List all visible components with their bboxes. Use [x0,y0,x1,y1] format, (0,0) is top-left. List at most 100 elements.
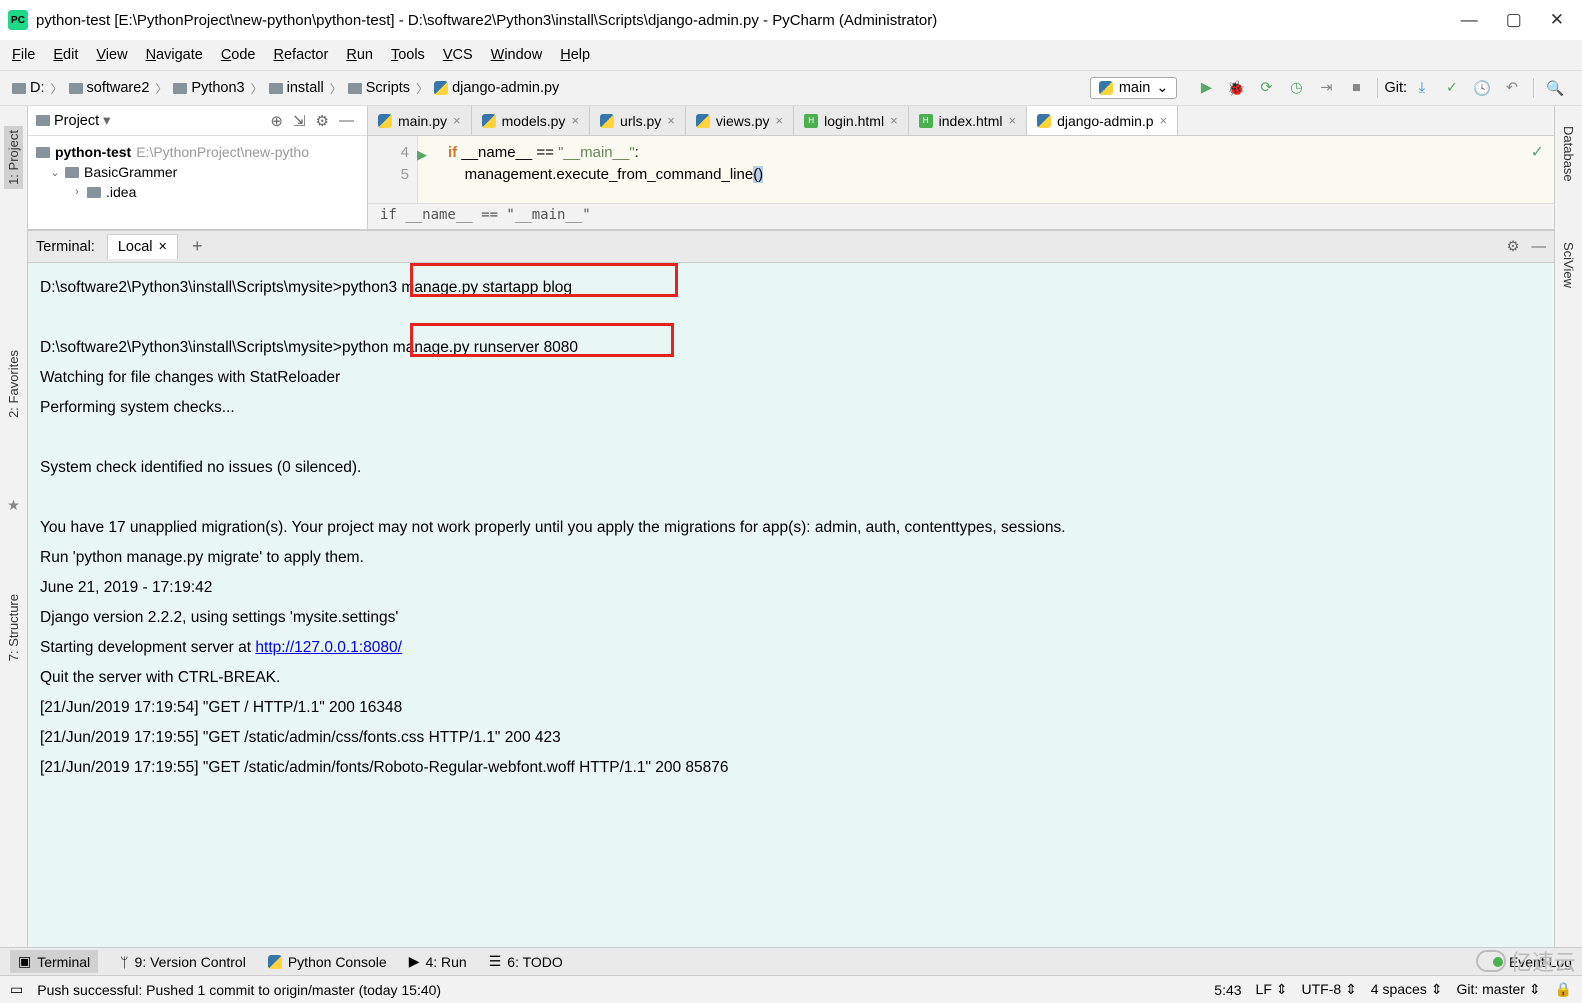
close-tab-icon[interactable]: × [890,113,898,128]
search-everywhere-button[interactable]: 🔍 [1544,77,1566,99]
terminal-tab[interactable]: Local× [107,234,178,259]
menu-refactor[interactable]: Refactor [274,47,329,63]
chevron-down-icon[interactable]: ▾ [103,113,110,129]
close-tab-icon[interactable]: × [1160,113,1168,128]
tool-todo[interactable]: ☰6: TODO [489,953,563,970]
maximize-icon[interactable]: ▢ [1506,10,1522,30]
add-terminal-button[interactable]: + [192,236,203,257]
rail-tab-database[interactable]: Database [1561,126,1576,182]
code-breadcrumb[interactable]: if __name__ == "__main__" [368,203,1554,229]
close-tab-icon[interactable]: × [776,113,784,128]
crumb-folder[interactable]: Python3 [173,80,244,96]
run-gutter-icon[interactable]: ▶ [417,144,427,166]
tree-item[interactable]: › .idea [36,182,359,202]
close-tab-icon[interactable]: × [453,113,461,128]
terminal-body[interactable]: D:\software2\Python3\install\Scripts\mys… [28,263,1554,947]
project-pane-title[interactable]: Project [54,113,99,129]
attach-button[interactable]: ⇥ [1315,77,1337,99]
editor-tab-active[interactable]: django-admin.p× [1027,106,1178,135]
status-message: Push successful: Pushed 1 commit to orig… [37,982,441,998]
python-icon [1099,81,1113,95]
inspection-ok-icon[interactable]: ✓ [1531,142,1544,162]
menu-tools[interactable]: Tools [391,47,425,63]
python-icon [696,114,710,128]
menu-window[interactable]: Window [491,47,543,63]
menu-run[interactable]: Run [346,47,373,63]
close-tab-icon[interactable]: × [159,239,167,255]
crumb-drive[interactable]: D: [12,80,45,96]
git-history-button[interactable]: 🕓 [1471,77,1493,99]
close-tab-icon[interactable]: × [571,113,579,128]
tool-python-console[interactable]: Python Console [268,954,387,970]
status-line-separator[interactable]: LF ⇕ [1256,981,1288,998]
editor-tab[interactable]: urls.py× [590,106,686,135]
crumb-file[interactable]: django-admin.py [434,80,559,96]
git-revert-button[interactable]: ↶ [1501,77,1523,99]
collapse-icon[interactable]: ⇲ [293,112,306,130]
chevron-up-down-icon: ⇕ [1529,981,1541,997]
folder-icon [87,187,101,198]
menu-navigate[interactable]: Navigate [146,47,203,63]
menu-view[interactable]: View [96,47,127,63]
tool-terminal[interactable]: ▣Terminal [10,950,98,973]
tool-vcs[interactable]: ᛘ9: Version Control [120,954,246,970]
tool-event-log[interactable]: Event Log [1493,954,1572,970]
locate-icon[interactable]: ⊕ [270,112,283,130]
tree-root[interactable]: python-test E:\PythonProject\new-pytho [36,142,359,162]
python-icon [268,955,282,969]
git-update-button[interactable]: ⤓ [1411,77,1433,99]
terminal-output: [21/Jun/2019 17:19:55] "GET /static/admi… [40,753,1542,783]
rail-tab-sciview[interactable]: SciView [1561,242,1576,288]
rail-tab-favorites[interactable]: 2: Favorites [6,350,21,418]
debug-button[interactable]: 🐞 [1225,77,1247,99]
crumb-folder[interactable]: Scripts [348,80,410,96]
tool-run[interactable]: ▶4: Run [409,953,467,970]
lock-icon[interactable]: 🔒 [1555,981,1572,998]
editor-tab[interactable]: Hlogin.html× [794,106,909,135]
terminal-output: Run 'python manage.py migrate' to apply … [40,543,1542,573]
terminal-link[interactable]: http://127.0.0.1:8080/ [255,639,402,656]
close-tab-icon[interactable]: × [667,113,675,128]
editor-tab[interactable]: main.py× [368,106,472,135]
menu-code[interactable]: Code [221,47,256,63]
hide-icon[interactable]: — [339,112,354,129]
git-commit-button[interactable]: ✓ [1441,77,1463,99]
status-caret-pos[interactable]: 5:43 [1214,982,1241,998]
tree-item[interactable]: ⌄ BasicGrammer [36,162,359,182]
stop-button[interactable]: ■ [1345,77,1367,99]
folder-icon [36,147,50,158]
gear-icon[interactable]: ⚙ [1507,239,1520,255]
hide-icon[interactable]: — [1532,239,1547,255]
editor-tab[interactable]: models.py× [472,106,590,135]
run-config-selector[interactable]: main ⌄ [1090,77,1178,99]
minimize-icon[interactable]: — [1461,10,1478,30]
close-icon[interactable]: ✕ [1550,10,1564,30]
menu-edit[interactable]: Edit [53,47,78,63]
folder-icon [69,83,83,94]
chevron-up-down-icon: ⇕ [1276,981,1288,997]
expand-icon[interactable]: › [72,186,82,198]
annotation-box [410,263,678,297]
editor-tab[interactable]: Hindex.html× [909,106,1027,135]
project-pane: Project ▾ ⊕ ⇲ ⚙ — python-test E:\PythonP… [28,106,368,229]
profile-button[interactable]: ◷ [1285,77,1307,99]
close-tab-icon[interactable]: × [1008,113,1016,128]
run-button[interactable]: ▶ [1195,77,1217,99]
status-encoding[interactable]: UTF-8 ⇕ [1302,981,1357,998]
crumb-folder[interactable]: software2 [69,80,150,96]
menu-file[interactable]: File [12,47,35,63]
menu-vcs[interactable]: VCS [443,47,473,63]
rail-tab-project[interactable]: 1: Project [4,126,23,189]
editor-tabs: main.py× models.py× urls.py× views.py× H… [368,106,1554,136]
run-coverage-button[interactable]: ⟳ [1255,77,1277,99]
expand-icon[interactable]: ⌄ [50,166,60,179]
gear-icon[interactable]: ⚙ [316,112,329,130]
status-git-branch[interactable]: Git: master ⇕ [1456,981,1540,998]
folder-icon [36,115,50,126]
editor-tab[interactable]: views.py× [686,106,794,135]
menu-help[interactable]: Help [560,47,590,63]
rail-tab-structure[interactable]: 7: Structure [6,594,21,661]
code-editor[interactable]: 4▶ 5 if __name__ == "__main__": manageme… [368,136,1554,229]
crumb-folder[interactable]: install [269,80,324,96]
status-indent[interactable]: 4 spaces ⇕ [1371,981,1443,998]
